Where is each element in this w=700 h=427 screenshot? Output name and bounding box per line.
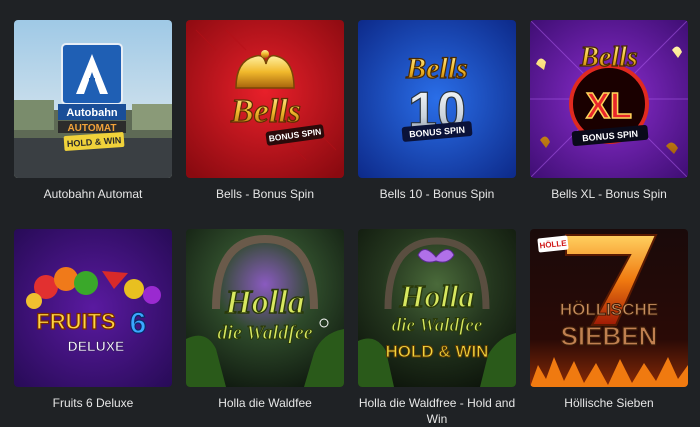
game-thumbnail[interactable]: Bells XL BONUS SPIN bbox=[530, 20, 688, 178]
game-tile-bells-bonus-spin[interactable]: Bells BONUS SPIN Bells - Bonus Spin bbox=[186, 20, 344, 202]
svg-text:SIEBEN: SIEBEN bbox=[561, 321, 658, 351]
holla-hold-and-win-artwork: Holla die Waldfee HOLD & WIN bbox=[358, 229, 516, 387]
game-tile-bells-10-bonus-spin[interactable]: Bells 10 BONUS SPIN Bells 10 - Bonus Spi… bbox=[358, 20, 516, 202]
game-thumbnail[interactable]: Bells BONUS SPIN bbox=[186, 20, 344, 178]
svg-text:Bells: Bells bbox=[579, 42, 638, 73]
game-tile-holla-die-waldfree-hold-and-win[interactable]: Holla die Waldfee HOLD & WIN Holla die W… bbox=[358, 229, 516, 427]
svg-text:Autobahn: Autobahn bbox=[66, 107, 118, 119]
holla-die-waldfee-artwork: Holla die Waldfee bbox=[186, 229, 344, 387]
svg-text:XL: XL bbox=[586, 85, 632, 126]
game-grid: Autobahn AUTOMAT HOLD & WIN Autobahn Aut… bbox=[0, 0, 700, 427]
game-title[interactable]: Höllische Sieben bbox=[530, 395, 688, 411]
svg-text:Holla: Holla bbox=[399, 278, 475, 314]
autobahn-artwork: Autobahn AUTOMAT HOLD & WIN bbox=[14, 20, 172, 178]
game-title[interactable]: Fruits 6 Deluxe bbox=[14, 395, 172, 411]
svg-text:Bells: Bells bbox=[405, 52, 468, 85]
bells-10-artwork: Bells 10 BONUS SPIN bbox=[358, 20, 516, 178]
game-thumbnail[interactable]: Bells 10 BONUS SPIN bbox=[358, 20, 516, 178]
game-tile-autobahn-automat[interactable]: Autobahn AUTOMAT HOLD & WIN Autobahn Aut… bbox=[14, 20, 172, 202]
game-thumbnail[interactable]: FRUITS 6 DELUXE bbox=[14, 229, 172, 387]
game-title[interactable]: Bells - Bonus Spin bbox=[186, 186, 344, 202]
svg-text:Holla: Holla bbox=[224, 284, 304, 321]
svg-text:die Waldfee: die Waldfee bbox=[392, 315, 483, 336]
svg-text:AUTOMAT: AUTOMAT bbox=[67, 123, 116, 134]
game-title[interactable]: Bells XL - Bonus Spin bbox=[530, 186, 688, 202]
svg-text:DELUXE: DELUXE bbox=[68, 338, 125, 354]
game-thumbnail[interactable]: HÖLLE HÖLLISCHE SIEBEN bbox=[530, 229, 688, 387]
svg-text:Bells: Bells bbox=[230, 93, 301, 130]
game-tile-hoellische-sieben[interactable]: HÖLLE HÖLLISCHE SIEBEN Höllische Sieben bbox=[530, 229, 688, 411]
svg-text:HOLD & WIN: HOLD & WIN bbox=[386, 342, 489, 361]
game-title[interactable]: Holla die Waldfee bbox=[186, 395, 344, 411]
game-thumbnail[interactable]: Holla die Waldfee bbox=[186, 229, 344, 387]
game-title[interactable]: Autobahn Automat bbox=[14, 186, 172, 202]
game-thumbnail[interactable]: Autobahn AUTOMAT HOLD & WIN bbox=[14, 20, 172, 178]
game-title[interactable]: Bells 10 - Bonus Spin bbox=[358, 186, 516, 202]
bells-xl-artwork: Bells XL BONUS SPIN bbox=[530, 20, 688, 178]
hoellische-sieben-artwork: HÖLLE HÖLLISCHE SIEBEN bbox=[530, 229, 688, 387]
svg-text:die Waldfee: die Waldfee bbox=[217, 322, 312, 344]
svg-text:FRUITS: FRUITS bbox=[36, 309, 115, 334]
game-title[interactable]: Holla die Waldfree - Hold and Win bbox=[358, 395, 516, 427]
bells-artwork: Bells BONUS SPIN bbox=[186, 20, 344, 178]
game-tile-bells-xl-bonus-spin[interactable]: Bells XL BONUS SPIN Bells XL - Bonus Spi… bbox=[530, 20, 688, 202]
game-tile-fruits-6-deluxe[interactable]: FRUITS 6 DELUXE Fruits 6 Deluxe bbox=[14, 229, 172, 411]
game-tile-holla-die-waldfee[interactable]: Holla die Waldfee Holla die Waldfee bbox=[186, 229, 344, 411]
svg-text:HÖLLISCHE: HÖLLISCHE bbox=[560, 300, 658, 319]
fruits-6-deluxe-artwork: FRUITS 6 DELUXE bbox=[14, 229, 172, 387]
game-thumbnail[interactable]: Holla die Waldfee HOLD & WIN bbox=[358, 229, 516, 387]
svg-text:6: 6 bbox=[130, 307, 147, 340]
